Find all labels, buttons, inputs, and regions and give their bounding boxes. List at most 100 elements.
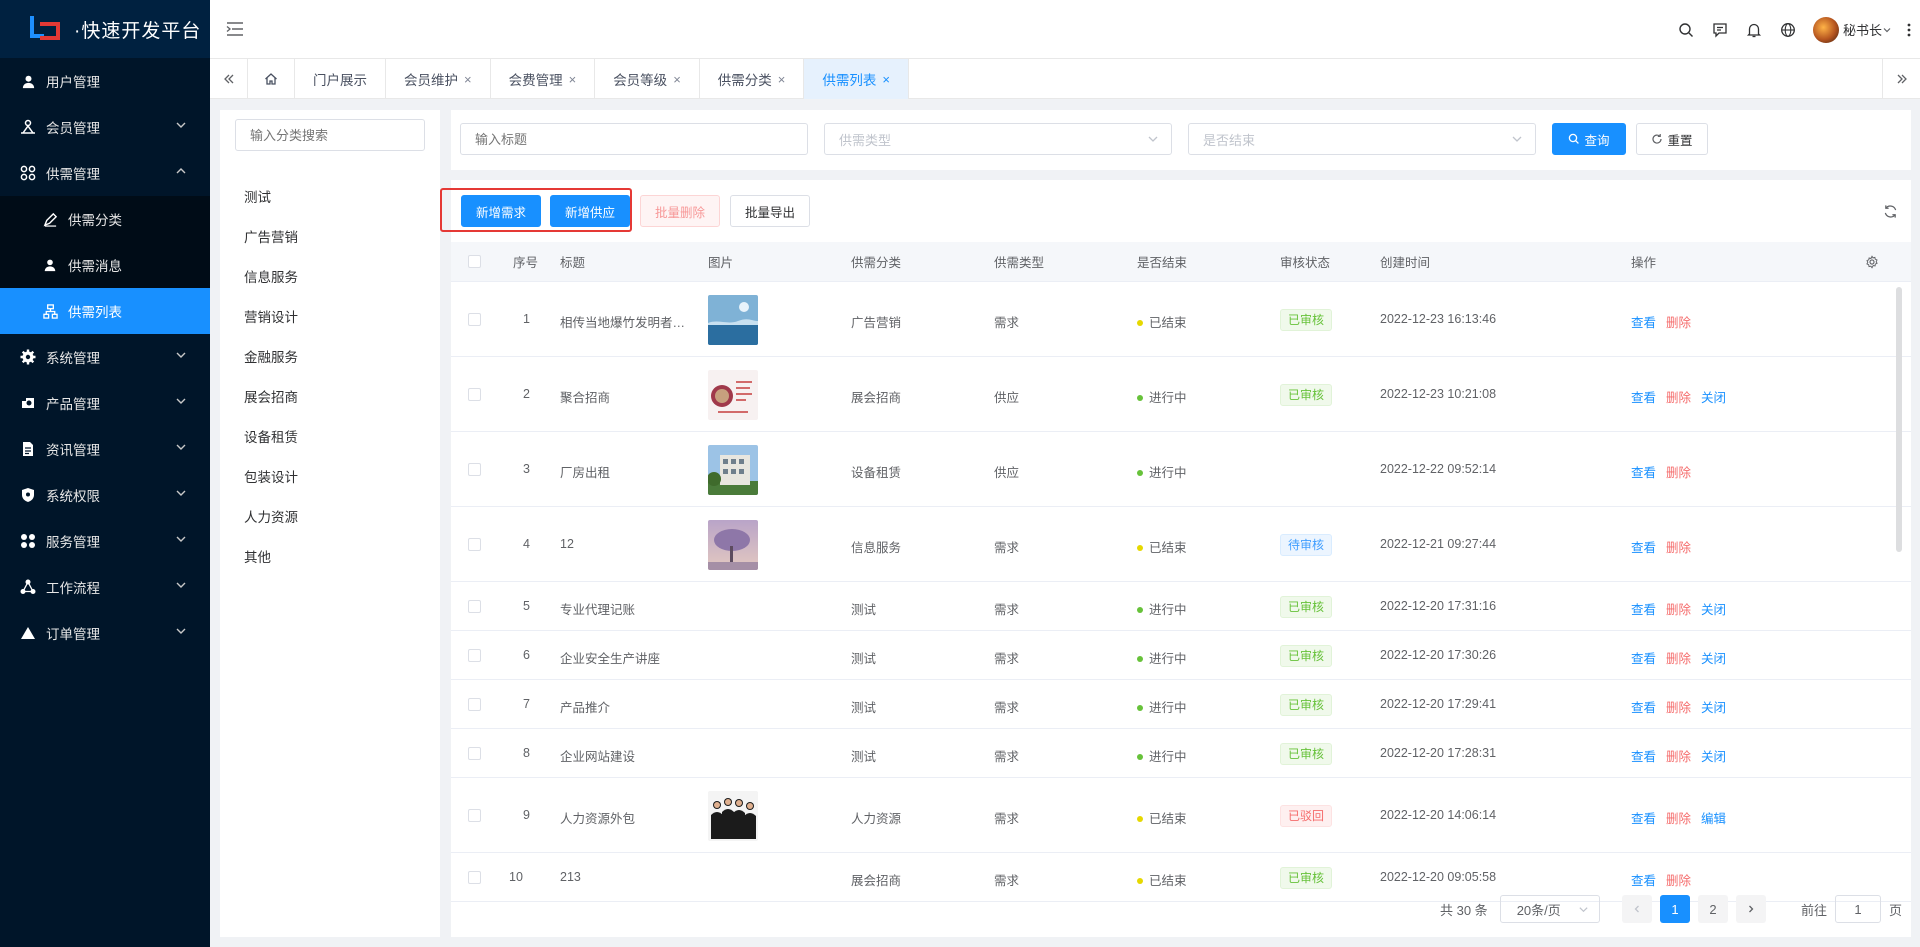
edit-link[interactable]: 编辑 xyxy=(1701,812,1726,826)
thumbnail-image[interactable] xyxy=(708,444,758,495)
page-button[interactable]: 2 xyxy=(1698,895,1728,923)
title-search-input[interactable] xyxy=(460,123,808,155)
sidebar-item-workflow[interactable]: 工作流程 xyxy=(0,564,210,610)
tab-member-maintain[interactable]: 会员维护 × xyxy=(386,59,491,99)
supply-type-select[interactable]: 供需类型 xyxy=(824,123,1172,155)
tab-member-level[interactable]: 会员等级 × xyxy=(595,59,700,99)
thumbnail-image[interactable] xyxy=(708,369,758,420)
delete-link[interactable]: 删除 xyxy=(1666,874,1691,888)
close-icon[interactable]: × xyxy=(464,72,472,87)
tab-fee-management[interactable]: 会费管理 × xyxy=(491,59,596,99)
close-icon[interactable]: × xyxy=(673,72,681,87)
close-link[interactable]: 关闭 xyxy=(1701,603,1726,617)
sidebar-item-user-management[interactable]: 用户管理 xyxy=(0,58,210,104)
view-link[interactable]: 查看 xyxy=(1631,603,1656,617)
sidebar-item-supply-list[interactable]: 供需列表 xyxy=(0,288,210,334)
category-item[interactable]: 测试 xyxy=(244,178,298,218)
page-size-select[interactable]: 20条/页 xyxy=(1499,895,1600,923)
view-link[interactable]: 查看 xyxy=(1631,466,1656,480)
close-link[interactable]: 关闭 xyxy=(1701,701,1726,715)
delete-link[interactable]: 删除 xyxy=(1666,391,1691,405)
view-link[interactable]: 查看 xyxy=(1631,391,1656,405)
goto-page-input[interactable]: 1 xyxy=(1835,895,1882,923)
page-button[interactable]: 1 xyxy=(1660,895,1690,923)
delete-link[interactable]: 删除 xyxy=(1666,466,1691,480)
category-item[interactable]: 其他 xyxy=(244,538,298,578)
batch-export-button[interactable]: 批量导出 xyxy=(730,195,810,227)
category-item[interactable]: 展会招商 xyxy=(244,378,298,418)
view-link[interactable]: 查看 xyxy=(1631,750,1656,764)
row-checkbox[interactable] xyxy=(468,697,481,711)
category-item[interactable]: 信息服务 xyxy=(244,258,298,298)
category-item[interactable]: 营销设计 xyxy=(244,298,298,338)
view-link[interactable]: 查看 xyxy=(1631,316,1656,330)
view-link[interactable]: 查看 xyxy=(1631,874,1656,888)
reset-button[interactable]: 重置 xyxy=(1636,123,1708,155)
row-checkbox[interactable] xyxy=(468,746,481,760)
logo[interactable]: ·快速开发平台 xyxy=(0,0,210,58)
view-link[interactable]: 查看 xyxy=(1631,541,1656,555)
finished-select[interactable]: 是否结束 xyxy=(1188,123,1536,155)
sidebar-item-supply-category[interactable]: 供需分类 xyxy=(0,196,210,242)
delete-link[interactable]: 删除 xyxy=(1666,750,1691,764)
column-settings-gear-icon[interactable] xyxy=(1865,255,1879,269)
row-checkbox[interactable] xyxy=(468,462,481,476)
category-search-input[interactable] xyxy=(235,119,425,151)
table-scrollbar[interactable] xyxy=(1896,287,1902,552)
row-checkbox[interactable] xyxy=(468,599,481,613)
delete-link[interactable]: 删除 xyxy=(1666,652,1691,666)
sidebar-item-supply-message[interactable]: 供需消息 xyxy=(0,242,210,288)
tabs-scroll-right-icon[interactable] xyxy=(1882,59,1920,99)
search-icon[interactable] xyxy=(1669,13,1703,47)
view-link[interactable]: 查看 xyxy=(1631,701,1656,715)
message-icon[interactable] xyxy=(1703,13,1737,47)
row-checkbox[interactable] xyxy=(468,870,481,884)
sidebar-item-system-management[interactable]: 系统管理 xyxy=(0,334,210,380)
delete-link[interactable]: 删除 xyxy=(1666,316,1691,330)
user-menu[interactable]: 秘书长 xyxy=(1812,16,1892,43)
row-checkbox[interactable] xyxy=(468,537,481,551)
delete-link[interactable]: 删除 xyxy=(1666,541,1691,555)
sidebar-item-order-management[interactable]: 订单管理 xyxy=(0,610,210,656)
row-checkbox[interactable] xyxy=(468,312,481,326)
close-icon[interactable]: × xyxy=(569,72,577,87)
category-item[interactable]: 设备租赁 xyxy=(244,418,298,458)
view-link[interactable]: 查看 xyxy=(1631,812,1656,826)
sidebar-item-news-management[interactable]: 资讯管理 xyxy=(0,426,210,472)
sidebar-item-system-permission[interactable]: 系统权限 xyxy=(0,472,210,518)
tab-portal[interactable]: 门户展示 xyxy=(295,59,386,99)
close-link[interactable]: 关闭 xyxy=(1701,750,1726,764)
select-all-checkbox[interactable] xyxy=(468,255,481,268)
row-checkbox[interactable] xyxy=(468,387,481,401)
sidebar-item-service-management[interactable]: 服务管理 xyxy=(0,518,210,564)
category-item[interactable]: 人力资源 xyxy=(244,498,298,538)
delete-link[interactable]: 删除 xyxy=(1666,812,1691,826)
query-button[interactable]: 查询 xyxy=(1552,123,1626,155)
category-item[interactable]: 金融服务 xyxy=(244,338,298,378)
bell-icon[interactable] xyxy=(1737,13,1771,47)
delete-link[interactable]: 删除 xyxy=(1666,701,1691,715)
more-vertical-icon[interactable] xyxy=(1898,13,1920,47)
sidebar-item-member-management[interactable]: 会员管理 xyxy=(0,104,210,150)
batch-delete-button[interactable]: 批量删除 xyxy=(640,195,720,227)
tab-supply-category[interactable]: 供需分类 × xyxy=(700,59,805,99)
thumbnail-image[interactable] xyxy=(708,294,758,345)
thumbnail-image[interactable] xyxy=(708,790,758,841)
tab-home[interactable] xyxy=(248,59,295,99)
sidebar-item-supply-demand[interactable]: 供需管理 xyxy=(0,150,210,196)
row-checkbox[interactable] xyxy=(468,648,481,662)
close-link[interactable]: 关闭 xyxy=(1701,391,1726,405)
refresh-icon[interactable] xyxy=(1883,204,1898,219)
category-item[interactable]: 包装设计 xyxy=(244,458,298,498)
category-item[interactable]: 广告营销 xyxy=(244,218,298,258)
menu-fold-icon[interactable] xyxy=(226,20,244,38)
sidebar-item-product-management[interactable]: 产品管理 xyxy=(0,380,210,426)
delete-link[interactable]: 删除 xyxy=(1666,603,1691,617)
prev-page-button[interactable] xyxy=(1622,895,1652,923)
globe-icon[interactable] xyxy=(1771,13,1805,47)
close-link[interactable]: 关闭 xyxy=(1701,652,1726,666)
view-link[interactable]: 查看 xyxy=(1631,652,1656,666)
tabs-scroll-left-icon[interactable] xyxy=(210,59,248,99)
thumbnail-image[interactable] xyxy=(708,519,758,570)
next-page-button[interactable] xyxy=(1736,895,1766,923)
